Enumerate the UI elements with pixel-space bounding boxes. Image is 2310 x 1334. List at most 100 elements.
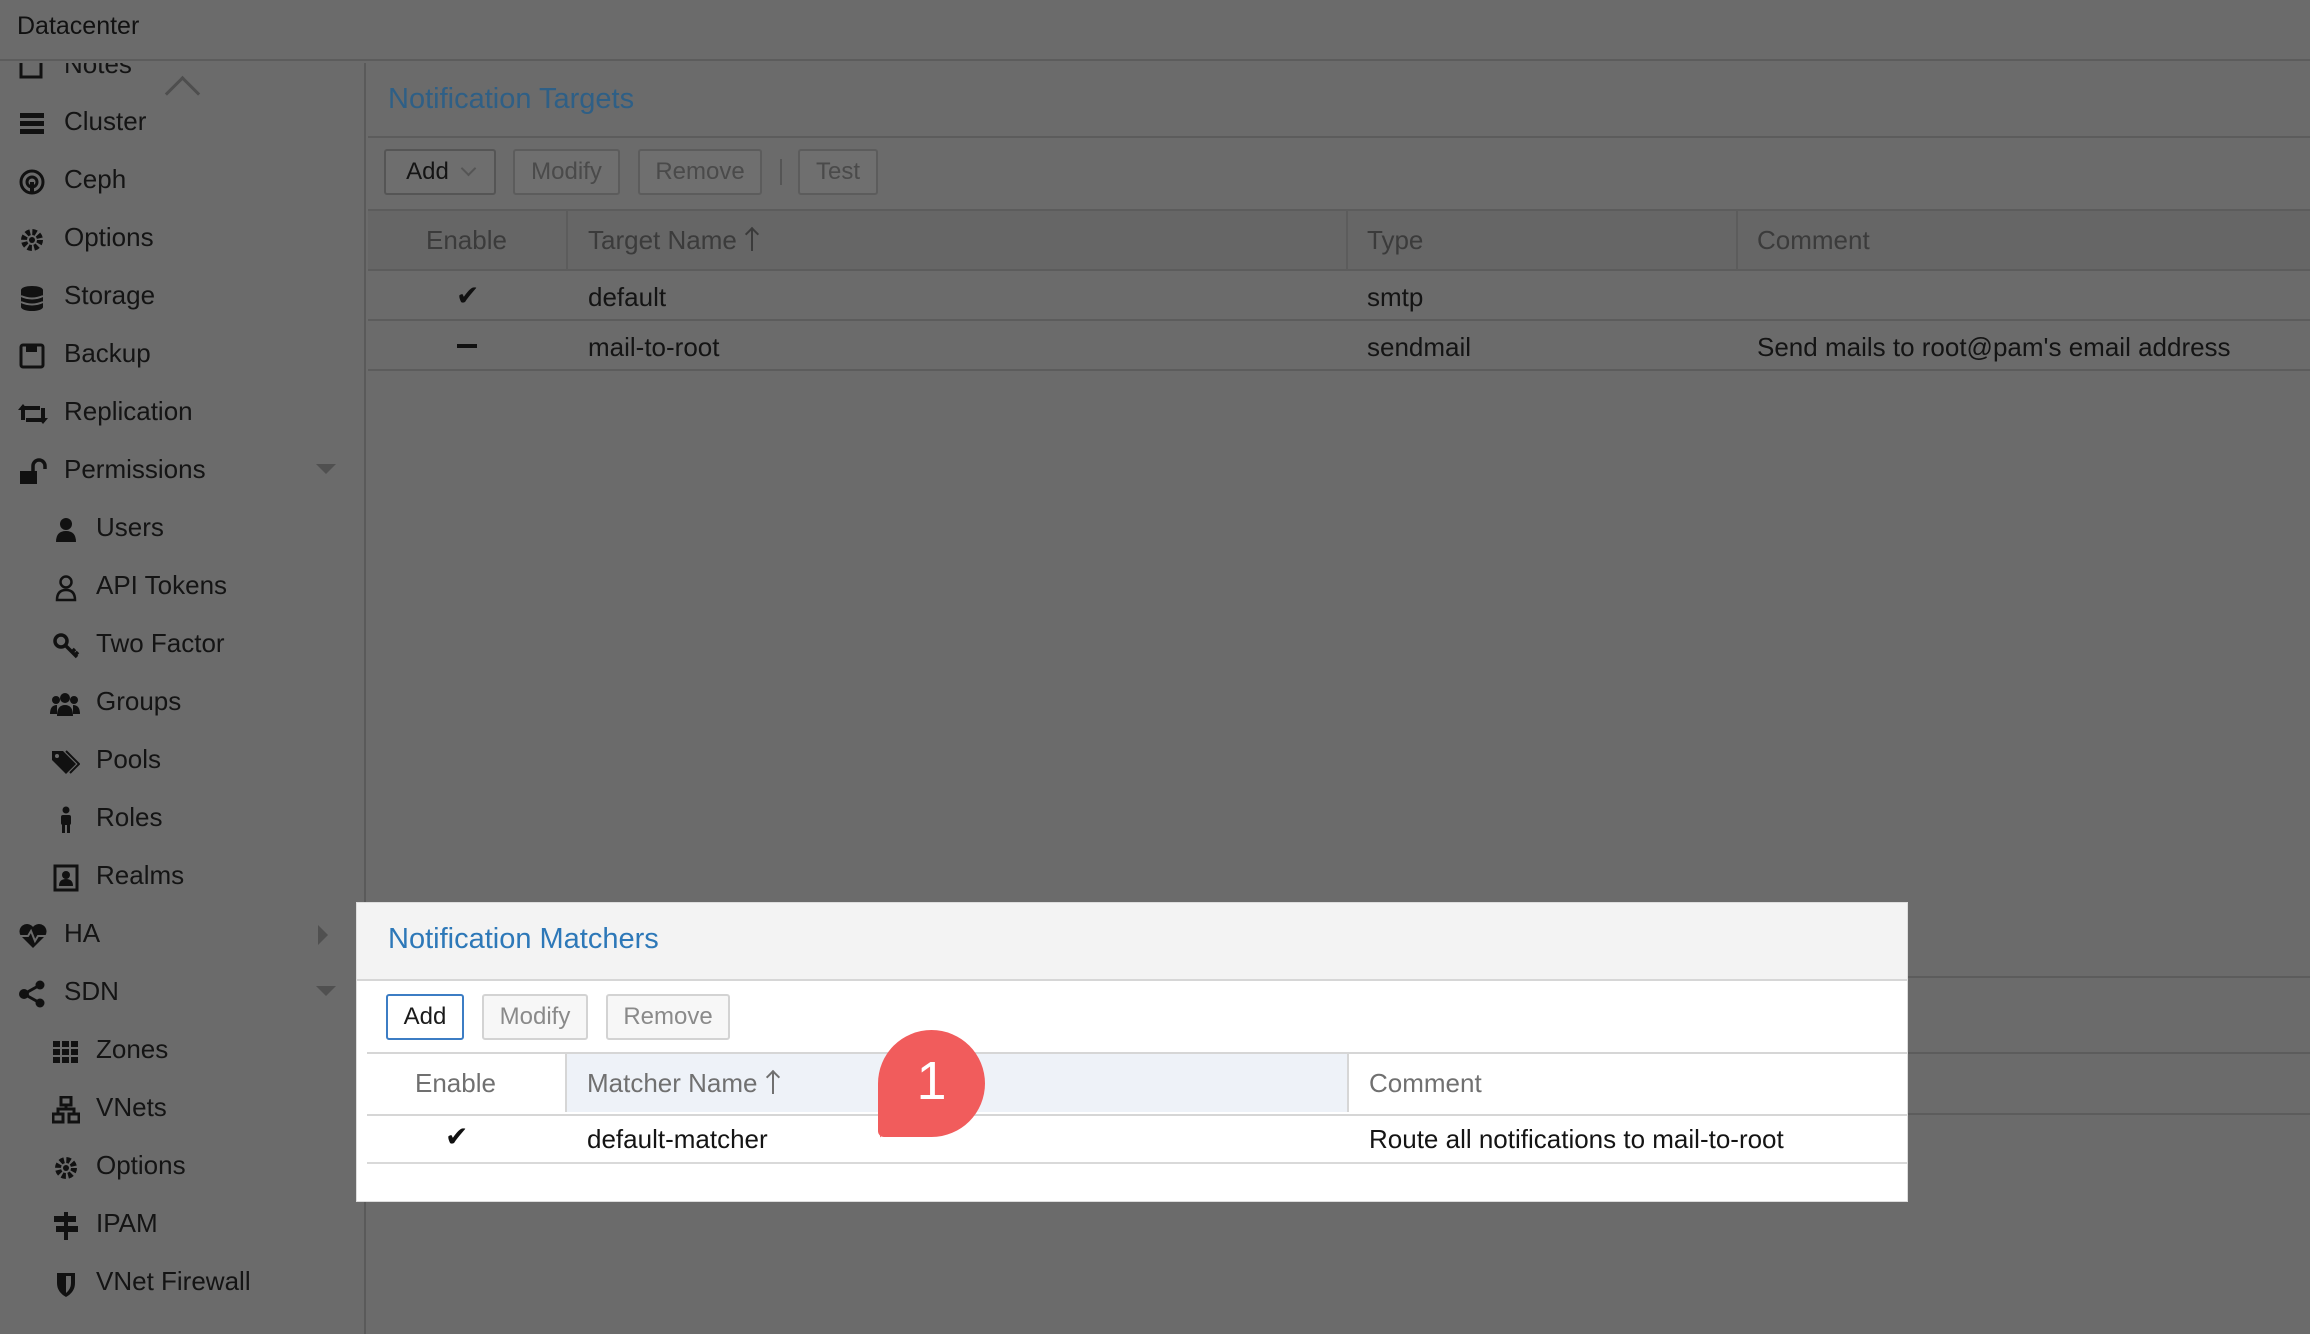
shield-icon [52, 1270, 82, 1298]
sort-ascending-icon [766, 1069, 780, 1095]
table-row[interactable]: mail-to-root sendmail Send mails to root… [368, 321, 2310, 371]
matchers-grid-header: Enable Matcher Name Comment [367, 1052, 1907, 1116]
sidebar-item-label: Users [96, 512, 164, 542]
column-comment[interactable]: Comment [1369, 1068, 1482, 1099]
toolbar-separator [780, 159, 782, 185]
targets-modify-button[interactable]: Modify [513, 149, 620, 195]
chevron-down-icon[interactable] [316, 464, 336, 474]
chevron-right-icon[interactable] [318, 925, 328, 945]
sidebar-nav: Notes Cluster Ceph Options Storage Backu… [0, 63, 366, 1334]
sidebar-item-label: Replication [64, 396, 193, 426]
gear-icon [52, 1154, 82, 1182]
column-label: Target Name [588, 225, 737, 255]
add-label: Add [406, 158, 449, 185]
chevron-down-icon[interactable] [316, 986, 336, 996]
sidebar-item-label: Cluster [64, 106, 147, 136]
targets-panel-title: Notification Targets [388, 83, 635, 115]
floppy-icon [18, 342, 48, 370]
matchers-remove-button[interactable]: Remove [606, 994, 730, 1040]
network-icon [51, 1095, 82, 1124]
male-icon [52, 806, 82, 834]
targets-remove-button[interactable]: Remove [638, 149, 762, 195]
sidebar-item-label: Roles [96, 802, 163, 832]
grid-icon [52, 1038, 82, 1066]
column-enable[interactable]: Enable [415, 1068, 496, 1099]
sidebar-item-label: Realms [96, 860, 185, 890]
sidebar-item-label: Notes [64, 63, 132, 79]
sidebar-item-notes[interactable]: Notes [0, 63, 364, 91]
sidebar-item-two-factor[interactable]: Two Factor [0, 620, 364, 670]
matchers-modify-button[interactable]: Modify [482, 994, 588, 1040]
retweet-icon [18, 400, 48, 428]
tags-icon [50, 748, 81, 776]
sidebar-item-roles[interactable]: Roles [0, 794, 364, 844]
sidebar-item-sdn[interactable]: SDN [0, 968, 364, 1018]
sort-ascending-icon [745, 226, 759, 252]
target-name-cell: mail-to-root [588, 332, 720, 362]
table-row[interactable]: ✔ default-matcher Route all notification… [367, 1112, 1907, 1164]
matchers-panel: Notification Matchers Add Modify Remove … [357, 903, 1907, 1201]
target-name-cell: default [588, 282, 667, 312]
targets-test-button[interactable]: Test [798, 149, 878, 195]
gear-icon [18, 226, 48, 254]
sidebar-item-label: IPAM [96, 1208, 158, 1238]
target-type-cell: smtp [1367, 282, 1424, 312]
matchers-add-button[interactable]: Add [386, 994, 464, 1040]
matcher-name-cell: default-matcher [587, 1124, 768, 1154]
sidebar-item-label: Two Factor [96, 628, 225, 658]
sidebar-item-ha[interactable]: HA [0, 910, 364, 960]
sidebar-item-label: Pools [96, 744, 162, 774]
table-row[interactable]: ✔ default smtp [368, 271, 2310, 321]
target-type-cell: sendmail [1367, 332, 1472, 362]
sdn-icon [18, 980, 48, 1008]
sidebar-item-ipam[interactable]: IPAM [0, 1200, 364, 1250]
column-matcher-name[interactable]: Matcher Name [587, 1068, 780, 1099]
sidebar-item-label: Groups [96, 686, 182, 716]
sidebar-item-permissions[interactable]: Permissions [0, 446, 364, 496]
column-type[interactable]: Type [1367, 225, 1423, 256]
sidebar-item-users[interactable]: Users [0, 504, 364, 554]
sidebar-item-sdn-options[interactable]: Options [0, 1142, 364, 1192]
sidebar-item-ceph[interactable]: Ceph [0, 156, 364, 206]
checkmark-icon: ✔ [456, 280, 480, 311]
sidebar-item-label: HA [64, 918, 101, 948]
sidebar-item-label: Options [96, 1150, 186, 1180]
sidebar-item-api-tokens[interactable]: API Tokens [0, 562, 364, 612]
checkmark-icon: ✔ [445, 1121, 469, 1152]
sidebar-item-replication[interactable]: Replication [0, 388, 364, 438]
sidebar-item-vnets[interactable]: VNets [0, 1084, 364, 1134]
sidebar-item-options[interactable]: Options [0, 214, 364, 264]
column-target-name[interactable]: Target Name [588, 225, 759, 256]
targets-grid-header: Enable Target Name Type Comment [368, 209, 2310, 271]
heartbeat-icon [18, 922, 48, 950]
ceph-icon [18, 168, 48, 196]
target-comment-cell: Send mails to root@pam's email address [1757, 332, 2231, 362]
user-outline-icon [52, 574, 82, 602]
sidebar-item-label: Ceph [64, 164, 127, 194]
sidebar-item-label: Zones [96, 1034, 169, 1064]
targets-add-button[interactable]: Add [384, 149, 496, 195]
sidebar-item-storage[interactable]: Storage [0, 272, 364, 322]
minus-icon [457, 344, 477, 348]
users-icon [50, 690, 80, 718]
database-icon [18, 284, 48, 312]
sidebar-item-label: Storage [64, 280, 156, 310]
sidebar-item-backup[interactable]: Backup [0, 330, 364, 380]
sidebar-item-realms[interactable]: Realms [0, 852, 364, 902]
sidebar-item-label: VNets [96, 1092, 167, 1122]
signpost-icon [52, 1212, 82, 1240]
column-comment[interactable]: Comment [1757, 225, 1870, 256]
column-enable[interactable]: Enable [426, 225, 507, 256]
sidebar-item-label: SDN [64, 976, 119, 1006]
step-callout-badge: 1 [878, 1030, 985, 1137]
notes-icon [18, 63, 48, 81]
chevron-down-icon [460, 160, 477, 177]
sidebar-item-zones[interactable]: Zones [0, 1026, 364, 1076]
unlock-icon [18, 458, 48, 486]
sidebar-item-cluster[interactable]: Cluster [0, 98, 364, 148]
sidebar-item-vnet-firewall[interactable]: VNet Firewall [0, 1258, 364, 1308]
window-title: Datacenter [17, 12, 140, 40]
sidebar-item-pools[interactable]: Pools [0, 736, 364, 786]
matchers-panel-title: Notification Matchers [388, 923, 659, 955]
sidebar-item-groups[interactable]: Groups [0, 678, 364, 728]
